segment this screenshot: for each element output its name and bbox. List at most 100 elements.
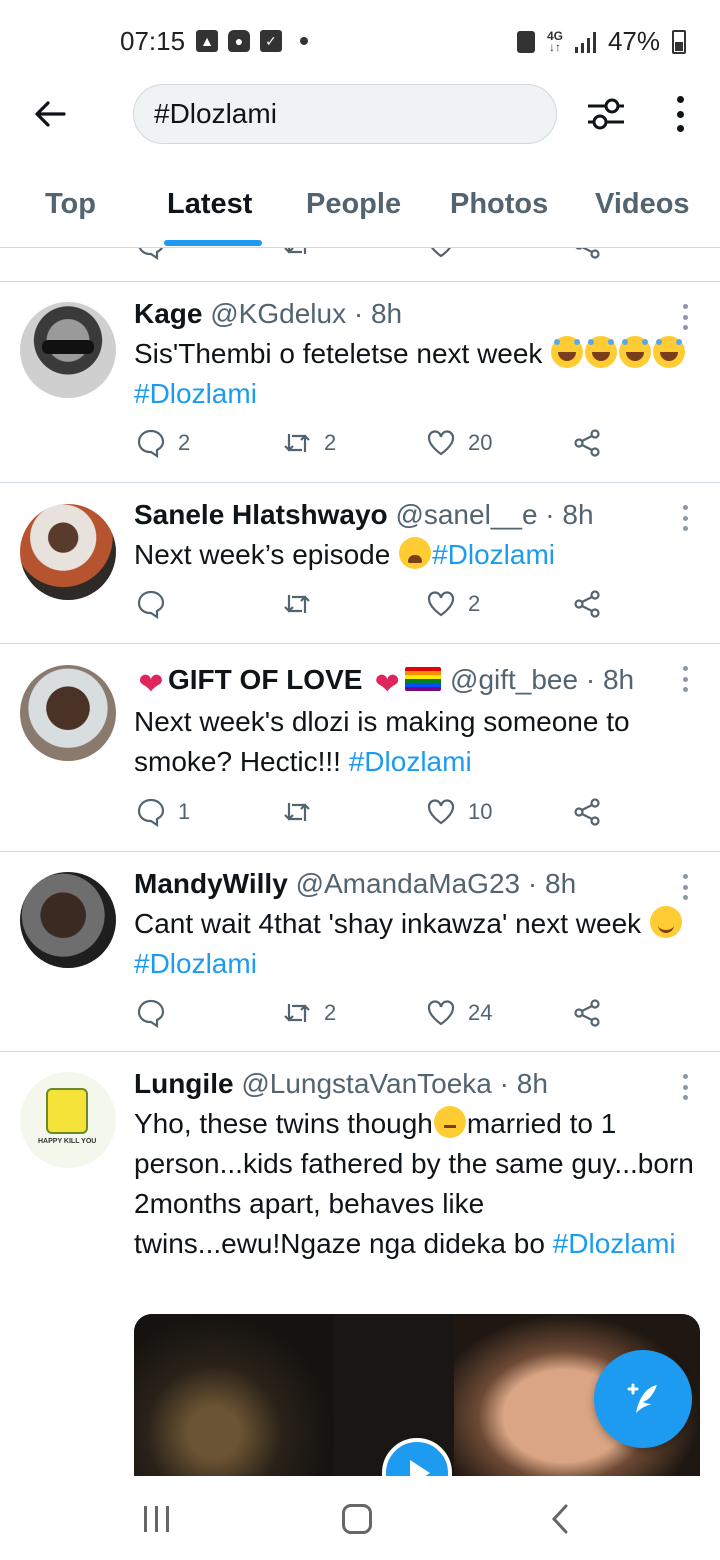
- retweet-button[interactable]: [282, 589, 324, 619]
- tweet-more-button[interactable]: [680, 666, 690, 692]
- tweet-time: · 8h: [585, 664, 635, 695]
- reply-count: 1: [178, 799, 191, 824]
- tweet[interactable]: Kage @KGdelux · 8h Sis'Thembi o fetelets…: [0, 282, 720, 483]
- tweet-text: Yho, these twins though married to 1 pers…: [134, 1106, 694, 1259]
- back-button[interactable]: [30, 94, 70, 134]
- retweet-button[interactable]: 2: [282, 428, 336, 458]
- like-icon[interactable]: [426, 248, 456, 260]
- play-button[interactable]: [382, 1438, 452, 1476]
- tweet-time: · 8h: [353, 298, 403, 329]
- author-name[interactable]: Kage: [134, 298, 202, 329]
- retweet-icon: [284, 803, 310, 821]
- back-nav-button[interactable]: [548, 1502, 572, 1536]
- author-handle[interactable]: @AmandaMaG23: [296, 868, 521, 899]
- tweet-time: · 8h: [499, 1068, 548, 1099]
- author-handle[interactable]: @sanel__e: [395, 499, 537, 530]
- tweet-more-button[interactable]: [680, 1074, 690, 1100]
- back-arrow-icon: [35, 101, 66, 127]
- avatar[interactable]: [20, 872, 116, 968]
- tweet-actions: 1 10: [134, 797, 614, 837]
- reply-button[interactable]: [136, 589, 178, 619]
- author-name[interactable]: GIFT OF LOVE: [168, 664, 362, 695]
- retweet-icon: [284, 1004, 310, 1022]
- signal-icon: [574, 31, 596, 53]
- system-navigation-bar: [0, 1476, 720, 1560]
- share-icon: [574, 999, 600, 1027]
- like-button[interactable]: 2: [426, 589, 480, 619]
- tab-latest[interactable]: Latest: [167, 188, 252, 221]
- retweet-icon: [284, 595, 310, 613]
- share-button[interactable]: [572, 998, 602, 1028]
- tweet[interactable]: Sanele Hlatshwayo @sanel__e · 8h Next we…: [0, 483, 720, 644]
- tweet[interactable]: MandyWilly @AmandaMaG23 · 8h Cant wait 4…: [0, 852, 720, 1052]
- status-time: 07:15: [120, 26, 186, 56]
- reply-icon: [137, 798, 165, 827]
- tweet-more-button[interactable]: [680, 304, 690, 330]
- recent-apps-button[interactable]: [144, 1506, 169, 1532]
- like-button[interactable]: 20: [426, 428, 492, 458]
- share-button[interactable]: [572, 428, 602, 458]
- home-button[interactable]: [342, 1504, 372, 1534]
- tab-photos[interactable]: Photos: [450, 188, 548, 221]
- tweet[interactable]: ❤ GIFT OF LOVE ❤ @gift_bee · 8h Next week…: [0, 644, 720, 852]
- status-bar: 07:15 ▲ ● ✓ 4G ↓↑ 47%: [0, 0, 720, 80]
- avatar[interactable]: [20, 665, 116, 761]
- hashtag-link[interactable]: #Dlozlami: [134, 948, 257, 979]
- tweet-time: · 8h: [545, 499, 594, 530]
- author-name[interactable]: MandyWilly: [134, 868, 288, 899]
- tweet-actions: 2 2 20: [134, 428, 614, 468]
- search-filter-button[interactable]: [584, 92, 628, 136]
- hashtag-link[interactable]: #Dlozlami: [134, 378, 257, 409]
- retweet-icon: [284, 434, 310, 452]
- notification-icons: ▲ ● ✓: [196, 30, 308, 52]
- laughing-emoji-icon: [551, 336, 584, 368]
- search-input[interactable]: #Dlozlami: [133, 84, 557, 144]
- author-handle[interactable]: @KGdelux: [210, 298, 346, 329]
- reply-button[interactable]: 2: [136, 428, 190, 458]
- retweet-count: 2: [324, 1000, 337, 1025]
- compose-tweet-button[interactable]: [594, 1350, 692, 1448]
- retweet-icon[interactable]: [282, 248, 312, 260]
- avatar[interactable]: [20, 302, 116, 398]
- tweet-more-button[interactable]: [680, 505, 690, 531]
- tab-top[interactable]: Top: [45, 188, 96, 221]
- overflow-menu-button[interactable]: [668, 92, 692, 136]
- like-button[interactable]: 10: [426, 797, 492, 827]
- more-notifications-icon: [300, 37, 308, 45]
- previous-tweet-actions: [0, 248, 720, 282]
- like-count: 2: [468, 591, 481, 616]
- author-handle[interactable]: @gift_bee: [450, 664, 578, 695]
- tab-people[interactable]: People: [306, 188, 401, 221]
- share-button[interactable]: [572, 797, 602, 827]
- like-icon: [427, 430, 455, 456]
- like-button[interactable]: 24: [426, 998, 492, 1028]
- search-query: #Dlozlami: [154, 98, 277, 129]
- tweet-more-button[interactable]: [680, 874, 690, 900]
- hashtag-link[interactable]: #Dlozlami: [553, 1228, 676, 1259]
- author-handle[interactable]: @LungstaVanToeka: [241, 1068, 492, 1099]
- laughing-emoji-icon: [653, 336, 686, 368]
- share-icon[interactable]: [572, 248, 602, 260]
- retweet-button[interactable]: 2: [282, 998, 336, 1028]
- reply-icon: [137, 429, 165, 458]
- like-count: 10: [468, 799, 493, 824]
- author-name[interactable]: Sanele Hlatshwayo: [134, 499, 388, 530]
- author-name[interactable]: Lungile: [134, 1068, 234, 1099]
- reply-icon[interactable]: [136, 248, 166, 260]
- reply-button[interactable]: [136, 998, 178, 1028]
- shopping-bag-icon: ●: [228, 30, 250, 52]
- play-icon: [410, 1460, 430, 1476]
- tweet-header: ❤ GIFT OF LOVE ❤ @gift_bee · 8h: [134, 664, 634, 701]
- avatar-caption: HAPPY KILL YOU: [38, 1138, 97, 1145]
- avatar[interactable]: [20, 504, 116, 600]
- reply-button[interactable]: 1: [136, 797, 190, 827]
- hashtag-link[interactable]: #Dlozlami: [349, 746, 472, 777]
- share-button[interactable]: [572, 589, 602, 619]
- heart-emoji-icon: ❤: [374, 668, 400, 701]
- hashtag-link[interactable]: #Dlozlami: [432, 539, 555, 570]
- avatar[interactable]: HAPPY KILL YOU: [20, 1072, 116, 1168]
- tab-videos[interactable]: Videos: [595, 188, 690, 221]
- reply-count: 2: [178, 430, 191, 455]
- retweet-button[interactable]: [282, 797, 324, 827]
- reply-icon: [137, 999, 165, 1028]
